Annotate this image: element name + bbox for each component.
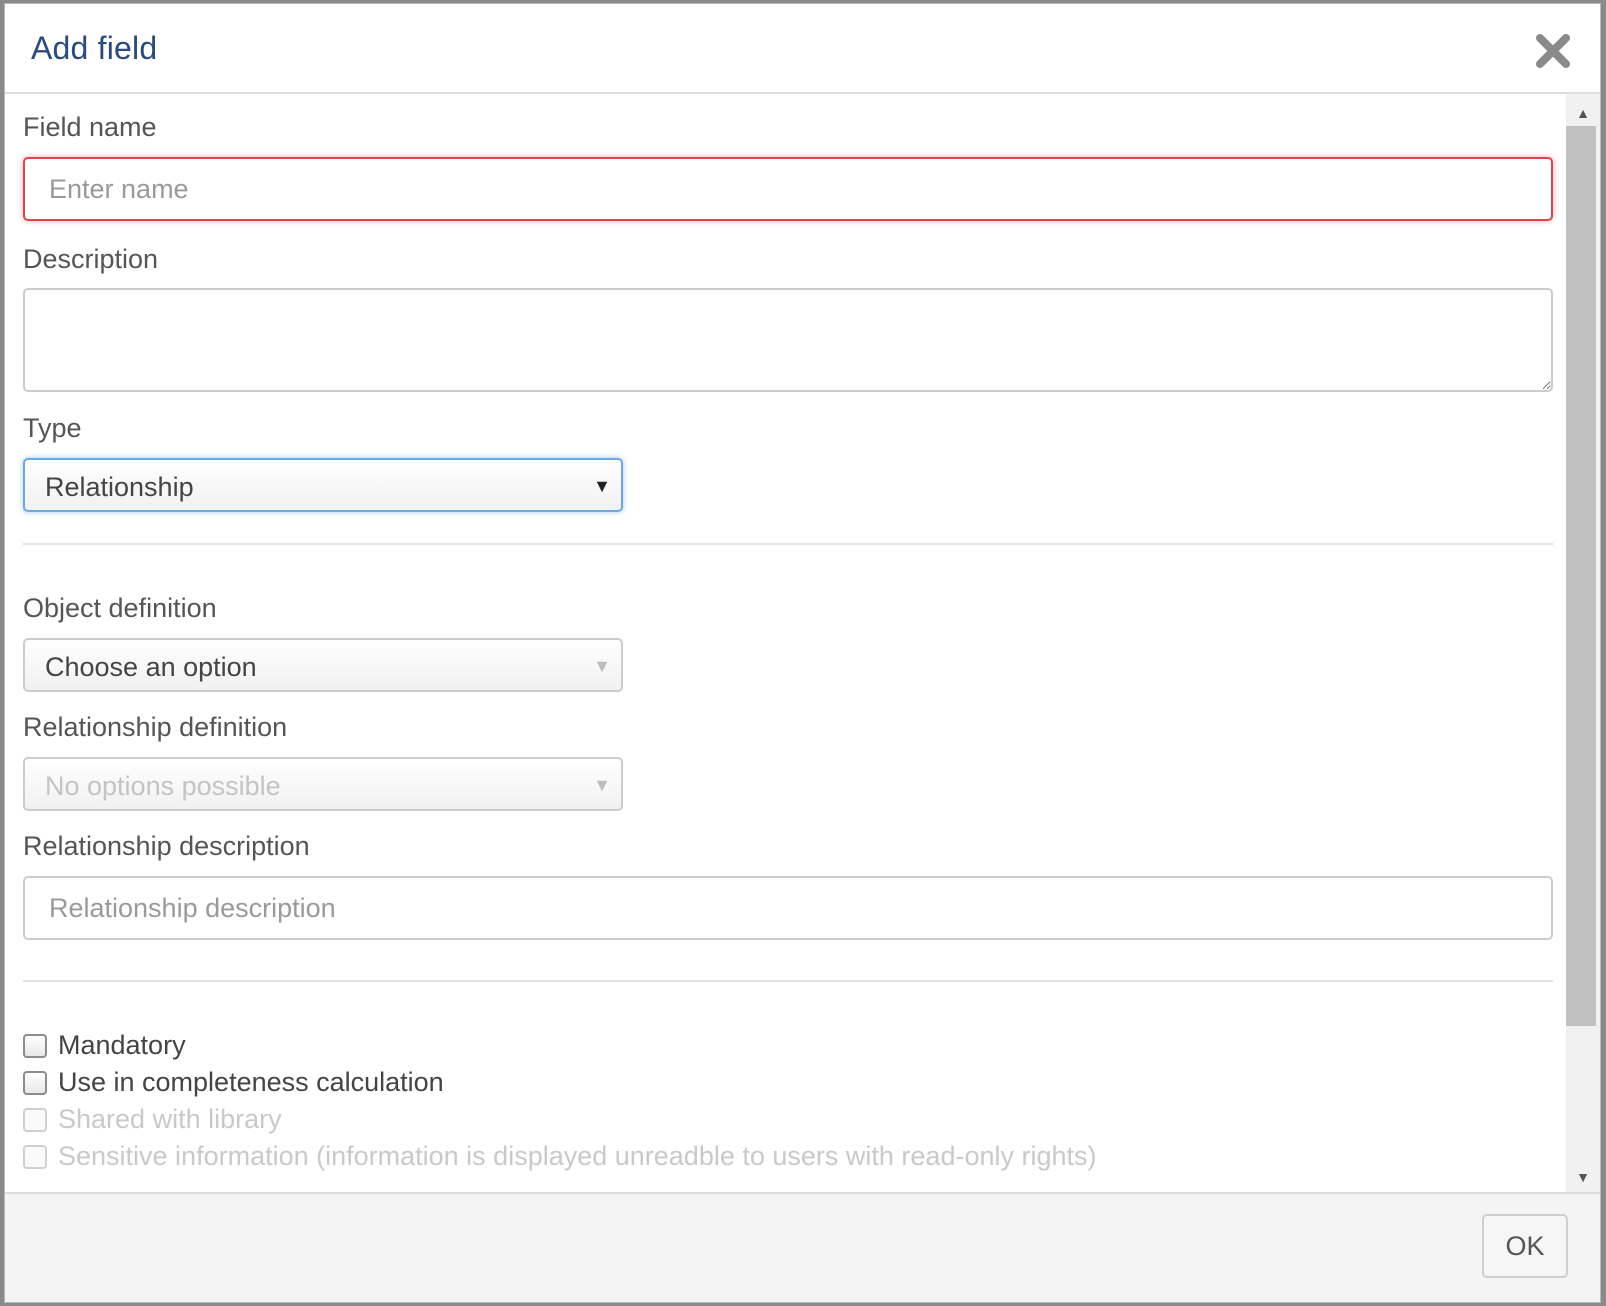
- ok-button[interactable]: OK: [1482, 1214, 1568, 1278]
- completeness-checkbox[interactable]: [23, 1071, 47, 1095]
- add-field-dialog: Add field Field name Description Type Re…: [4, 3, 1601, 1303]
- relationship-description-label: Relationship description: [23, 831, 310, 861]
- scroll-up-icon[interactable]: ▲: [1566, 98, 1600, 128]
- relationship-definition-label: Relationship definition: [23, 712, 288, 742]
- mandatory-label: Mandatory: [58, 1030, 186, 1060]
- close-button[interactable]: [1534, 32, 1572, 70]
- dialog-title: Add field: [31, 30, 158, 66]
- dialog-body: Field name Description Type Relationship…: [5, 94, 1600, 1196]
- type-label: Type: [23, 413, 82, 443]
- object-definition-label: Object definition: [23, 593, 217, 623]
- vertical-scrollbar[interactable]: ▲ ▼: [1566, 94, 1600, 1196]
- scroll-thumb[interactable]: [1566, 126, 1596, 1026]
- dialog-header: Add field: [5, 4, 1600, 94]
- description-textarea[interactable]: [23, 288, 1553, 392]
- mandatory-checkbox[interactable]: [23, 1034, 47, 1058]
- type-selected-value: Relationship: [45, 472, 194, 502]
- sensitive-label: Sensitive information (information is di…: [58, 1141, 1097, 1171]
- object-definition-select[interactable]: Choose an option ▼: [23, 638, 623, 692]
- section-divider: [23, 543, 1553, 545]
- close-icon: [1536, 34, 1570, 68]
- field-name-input[interactable]: [23, 157, 1553, 221]
- triangle-down-icon: ▼: [593, 476, 611, 496]
- completeness-label: Use in completeness calculation: [58, 1067, 444, 1097]
- relationship-definition-selected-value: No options possible: [45, 771, 281, 801]
- scroll-down-icon[interactable]: ▼: [1566, 1162, 1600, 1192]
- relationship-description-input[interactable]: [23, 876, 1553, 940]
- type-select[interactable]: Relationship ▼: [23, 458, 623, 512]
- object-definition-selected-value: Choose an option: [45, 652, 257, 682]
- relationship-definition-select: No options possible ▼: [23, 757, 623, 811]
- section-divider: [23, 980, 1553, 982]
- dialog-footer: OK: [5, 1192, 1600, 1302]
- sensitive-checkbox: [23, 1145, 47, 1169]
- shared-label: Shared with library: [58, 1104, 282, 1134]
- chevron-down-icon: ▼: [593, 775, 611, 795]
- field-name-label: Field name: [23, 112, 157, 142]
- shared-checkbox: [23, 1108, 47, 1132]
- chevron-down-icon: ▼: [593, 656, 611, 676]
- description-label: Description: [23, 244, 159, 274]
